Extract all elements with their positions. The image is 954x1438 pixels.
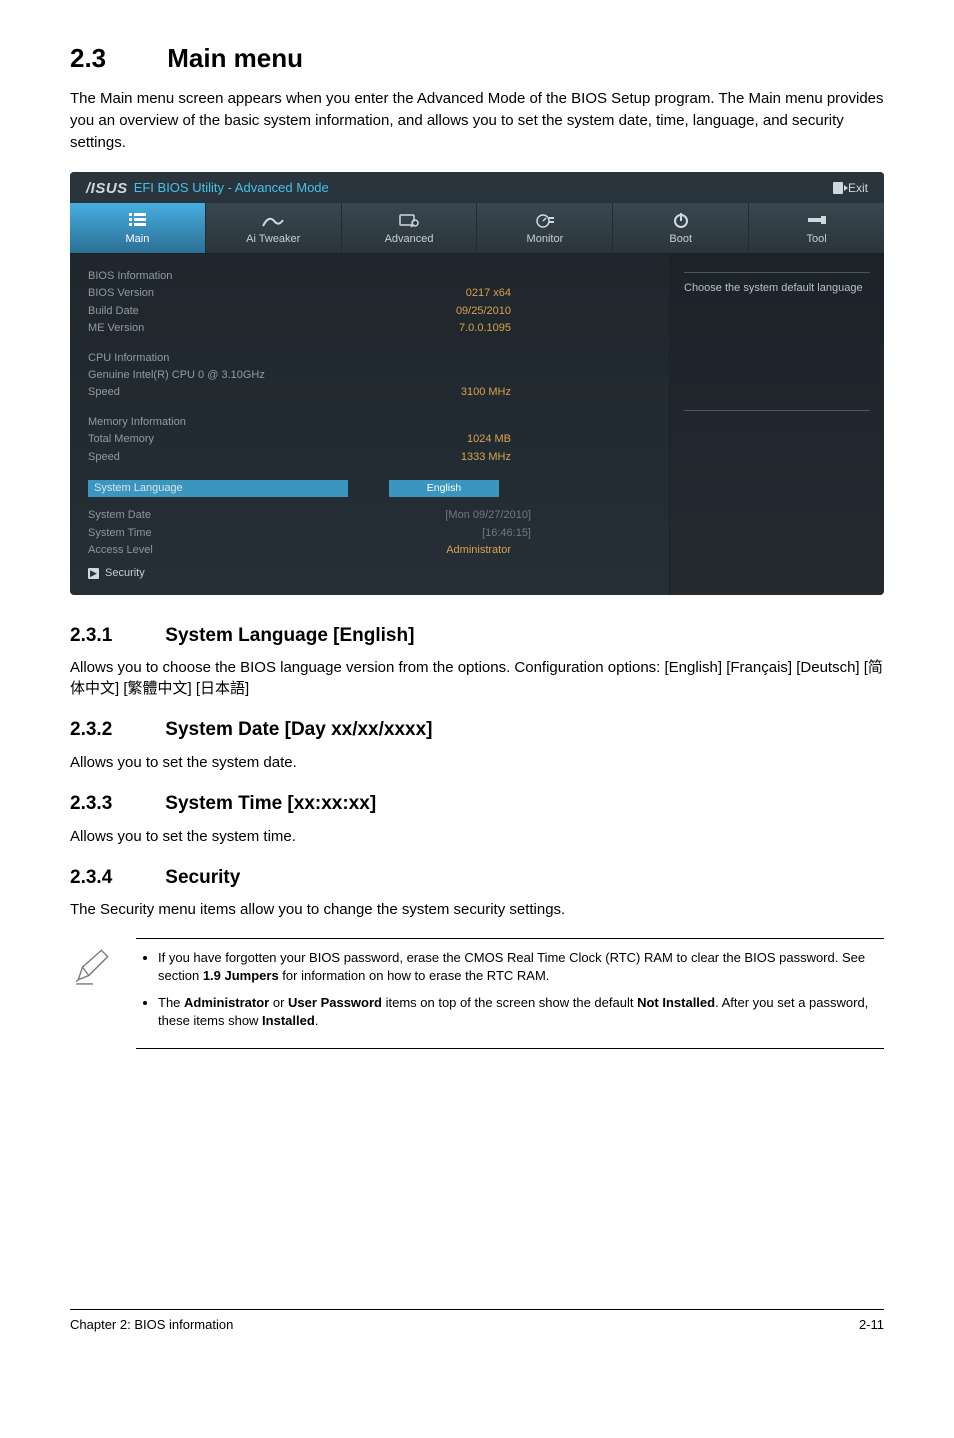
footer-chapter: Chapter 2: BIOS information: [70, 1316, 233, 1334]
tab-monitor-label: Monitor: [477, 232, 612, 247]
tab-boot[interactable]: Boot: [613, 203, 749, 253]
bios-version-value: 0217 x64: [466, 286, 651, 301]
cpu-info-block: CPU Information Genuine Intel(R) CPU 0 @…: [88, 350, 651, 402]
system-date-label: System Date: [88, 508, 151, 523]
access-level-label: Access Level: [88, 543, 153, 558]
cpu-speed-value: 3100 MHz: [461, 385, 651, 400]
list-icon: [70, 211, 205, 229]
bios-help-pane: Choose the system default language: [669, 254, 884, 595]
mem-speed-value: 1333 MHz: [461, 450, 651, 465]
sub-231: 2.3.1 System Language [English]: [70, 623, 884, 650]
system-date-row[interactable]: System Date [Mon 09/27/2010]: [88, 507, 651, 524]
note-block: If you have forgotten your BIOS password…: [70, 938, 884, 1049]
note-body: If you have forgotten your BIOS password…: [136, 938, 884, 1049]
tool-icon: [749, 211, 884, 229]
monitor-icon: [477, 211, 612, 229]
system-time-label: System Time: [88, 526, 152, 541]
advanced-icon: [342, 211, 477, 229]
pencil-note-icon: [70, 938, 116, 1049]
tab-advanced[interactable]: Advanced: [342, 203, 478, 253]
mem-info-h: Memory Information: [88, 415, 186, 430]
note-item-2: The Administrator or User Password items…: [158, 994, 880, 1030]
section-number: 2.3: [70, 40, 160, 76]
help-text: Choose the system default language: [684, 281, 870, 296]
intro-paragraph: The Main menu screen appears when you en…: [70, 88, 884, 153]
system-date-value: [Mon 09/27/2010]: [445, 508, 651, 523]
cpu-speed-label: Speed: [88, 385, 120, 400]
bios-main-pane: BIOS Information BIOS Version 0217 x64 Bu…: [70, 254, 669, 595]
bios-titlebar: /ISUS EFI BIOS Utility - Advanced Mode E…: [70, 172, 884, 203]
memory-info-block: Memory Information Total Memory 1024 MB S…: [88, 414, 651, 466]
page-footer: Chapter 2: BIOS information 2-11: [70, 1309, 884, 1334]
exit-icon: [833, 182, 843, 194]
bios-info-h: BIOS Information: [88, 269, 172, 284]
bios-screenshot: /ISUS EFI BIOS Utility - Advanced Mode E…: [70, 172, 884, 595]
build-date-label: Build Date: [88, 304, 139, 319]
security-label: Security: [105, 566, 145, 581]
tab-main[interactable]: Main: [70, 203, 206, 253]
cpu-info-h: CPU Information: [88, 351, 169, 366]
mem-speed-label: Speed: [88, 450, 120, 465]
tab-advanced-label: Advanced: [342, 232, 477, 247]
sub-232-title: System Date [Day xx/xx/xxxx]: [165, 719, 432, 740]
access-level-value: Administrator: [446, 543, 651, 558]
sub-232-body: Allows you to set the system date.: [70, 752, 884, 773]
tab-tool[interactable]: Tool: [749, 203, 884, 253]
system-language-value: English: [389, 480, 499, 497]
sub-234-title: Security: [165, 867, 240, 888]
bios-tabs: Main Ai Tweaker Advanced Monitor Boot: [70, 203, 884, 254]
me-version-value: 7.0.0.1095: [459, 321, 651, 336]
power-icon: [613, 211, 748, 229]
security-row[interactable]: ▶ Security: [88, 566, 651, 581]
me-version-label: ME Version: [88, 321, 144, 336]
exit-button[interactable]: Exit: [833, 180, 868, 197]
bios-utility-title: EFI BIOS Utility - Advanced Mode: [134, 179, 329, 197]
chevron-right-icon: ▶: [88, 568, 99, 579]
sub-231-num: 2.3.1: [70, 623, 160, 650]
asus-logo: /ISUS: [86, 178, 128, 199]
note-item-1: If you have forgotten your BIOS password…: [158, 949, 880, 985]
bios-info-block: BIOS Information BIOS Version 0217 x64 Bu…: [88, 268, 651, 338]
sub-233-title: System Time [xx:xx:xx]: [165, 793, 376, 814]
sub-233: 2.3.3 System Time [xx:xx:xx]: [70, 791, 884, 818]
sub-233-num: 2.3.3: [70, 791, 160, 818]
system-time-row[interactable]: System Time [16:46:15]: [88, 525, 651, 542]
sub-234-num: 2.3.4: [70, 865, 160, 892]
build-date-value: 09/25/2010: [456, 304, 651, 319]
system-language-row[interactable]: System Language English: [88, 478, 651, 499]
section-heading: 2.3 Main menu: [70, 40, 884, 76]
tab-boot-label: Boot: [613, 232, 748, 247]
tab-main-label: Main: [70, 232, 205, 247]
system-language-label: System Language: [88, 480, 348, 497]
tab-ai-tweaker[interactable]: Ai Tweaker: [206, 203, 342, 253]
bios-brand: /ISUS EFI BIOS Utility - Advanced Mode: [86, 178, 329, 199]
system-time-value: [16:46:15]: [482, 526, 651, 541]
sub-233-body: Allows you to set the system time.: [70, 826, 884, 847]
sub-231-body: Allows you to choose the BIOS language v…: [70, 657, 884, 699]
footer-page: 2-11: [859, 1316, 884, 1334]
cpu-model: Genuine Intel(R) CPU 0 @ 3.10GHz: [88, 368, 265, 383]
sub-231-title: System Language [English]: [165, 625, 414, 646]
bios-body: BIOS Information BIOS Version 0217 x64 Bu…: [70, 254, 884, 595]
exit-label: Exit: [848, 180, 868, 197]
bios-version-label: BIOS Version: [88, 286, 154, 301]
mem-total-label: Total Memory: [88, 432, 154, 447]
tweaker-icon: [206, 211, 341, 229]
tab-tool-label: Tool: [749, 232, 884, 247]
sub-232-num: 2.3.2: [70, 717, 160, 744]
sub-232: 2.3.2 System Date [Day xx/xx/xxxx]: [70, 717, 884, 744]
sub-234: 2.3.4 Security: [70, 865, 884, 892]
tab-monitor[interactable]: Monitor: [477, 203, 613, 253]
section-title-text: Main menu: [167, 43, 303, 73]
tab-ai-label: Ai Tweaker: [206, 232, 341, 247]
sub-234-body: The Security menu items allow you to cha…: [70, 899, 884, 920]
mem-total-value: 1024 MB: [467, 432, 651, 447]
access-level-row: Access Level Administrator: [88, 542, 651, 559]
